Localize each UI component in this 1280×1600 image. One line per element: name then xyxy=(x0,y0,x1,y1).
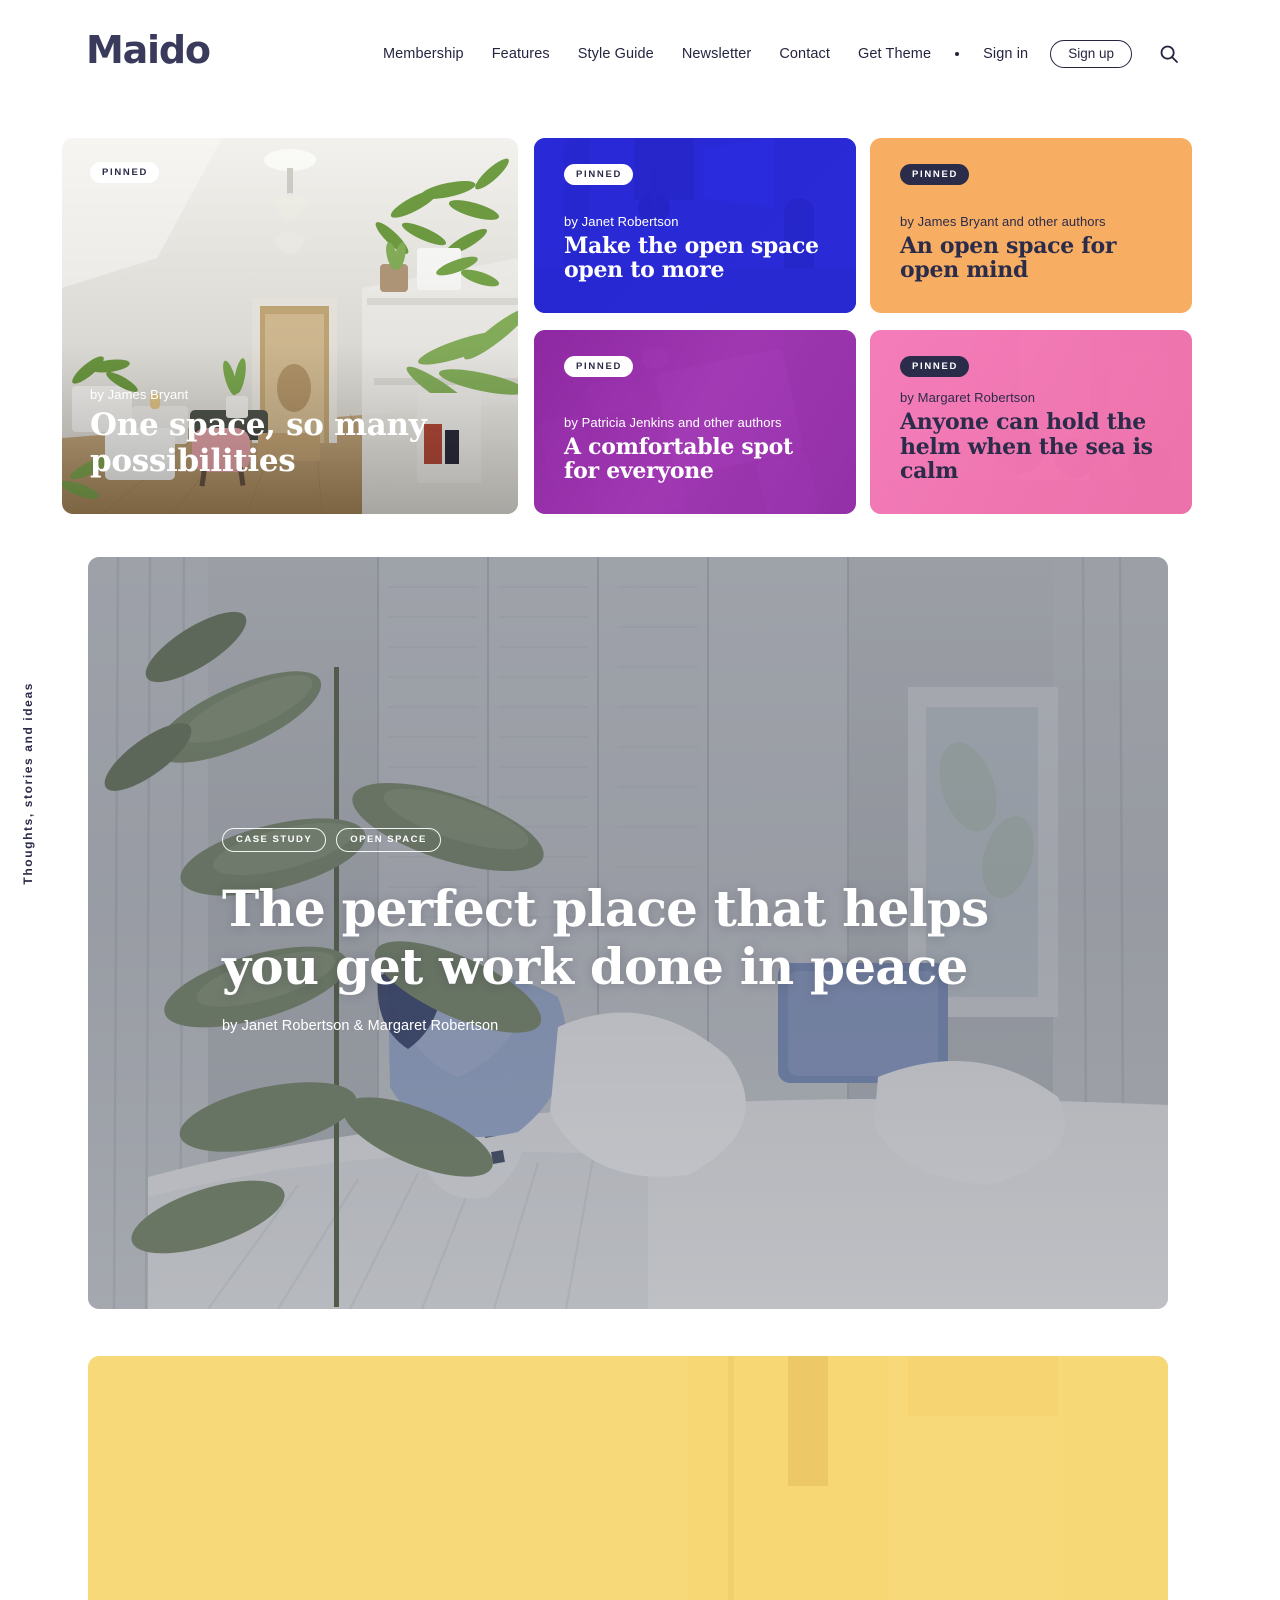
pinned-card-anyone-can-hold-helm[interactable]: PINNED by Margaret Robertson Anyone can … xyxy=(870,330,1192,514)
vertical-tagline: Thoughts, stories and ideas xyxy=(21,682,35,885)
sign-in-link[interactable]: Sign in xyxy=(969,46,1042,62)
nav-item-get-theme[interactable]: Get Theme xyxy=(844,46,945,62)
nav-item-contact[interactable]: Contact xyxy=(765,46,844,62)
hero-tag-case-study[interactable]: CASE STUDY xyxy=(222,828,327,852)
bottom-feature-card[interactable] xyxy=(88,1356,1168,1600)
card-title: Anyone can hold the helm when the sea is… xyxy=(900,409,1153,485)
nav-item-style-guide[interactable]: Style Guide xyxy=(564,46,668,62)
card-byline: by Patricia Jenkins and other authors xyxy=(564,414,782,430)
card-title: Make the open space open to more xyxy=(564,232,819,284)
main-navigation: Membership Features Style Guide Newslett… xyxy=(369,40,1180,68)
pinned-card-make-open-space[interactable]: PINNED by Janet Robertson Make the open … xyxy=(534,138,856,313)
nav-item-features[interactable]: Features xyxy=(478,46,564,62)
pinned-badge: PINNED xyxy=(564,164,634,185)
card-title: An open space for open mind xyxy=(900,232,1117,284)
card-title: A comfortable spot for everyone xyxy=(564,433,793,485)
card-text-block: by Janet Robertson Make the open space o… xyxy=(564,214,826,283)
pinned-badge: PINNED xyxy=(90,162,160,183)
card-text-block: by James Bryant and other authors An ope… xyxy=(900,214,1162,283)
pinned-posts-grid: PINNED by James Bryant One space, so man… xyxy=(62,138,1194,514)
card-text-block: by Patricia Jenkins and other authors A … xyxy=(564,415,826,484)
card-content: PINNED by James Bryant One space, so man… xyxy=(62,138,518,514)
card-text-block: by James Bryant One space, so many possi… xyxy=(90,387,490,480)
pinned-badge: PINNED xyxy=(900,164,970,185)
card-text-block: by Margaret Robertson Anyone can hold th… xyxy=(900,390,1162,484)
hero-tag-open-space[interactable]: OPEN SPACE xyxy=(336,828,441,852)
card-content: PINNED by Janet Robertson Make the open … xyxy=(534,138,856,313)
nav-item-membership[interactable]: Membership xyxy=(369,46,478,62)
card-title: One space, so many possibilities xyxy=(90,406,427,480)
pinned-card-an-open-space[interactable]: PINNED by James Bryant and other authors… xyxy=(870,138,1192,313)
card-content: PINNED by Margaret Robertson Anyone can … xyxy=(870,330,1192,514)
card-byline: by Margaret Robertson xyxy=(900,390,1036,406)
pinned-badge: PINNED xyxy=(564,356,634,377)
hero-title: The perfect place that helps you get wor… xyxy=(222,879,989,996)
page-root: Maido Membership Features Style Guide Ne… xyxy=(0,0,1280,1600)
card-byline: by James Bryant and other authors xyxy=(900,213,1106,229)
site-header: Maido Membership Features Style Guide Ne… xyxy=(0,0,1280,104)
search-icon[interactable] xyxy=(1158,43,1180,65)
pinned-badge: PINNED xyxy=(900,356,970,377)
bottom-card-photo xyxy=(88,1356,1168,1600)
hero-content: CASE STUDY OPEN SPACE The perfect place … xyxy=(222,828,1022,1034)
hero-tag-row: CASE STUDY OPEN SPACE xyxy=(222,828,1022,852)
nav-item-newsletter[interactable]: Newsletter xyxy=(668,46,766,62)
nav-separator-dot xyxy=(955,52,960,56)
card-content: PINNED by James Bryant and other authors… xyxy=(870,138,1192,313)
hero-byline: by Janet Robertson & Margaret Robertson xyxy=(222,1018,499,1034)
pinned-card-comfortable-spot[interactable]: PINNED by Patricia Jenkins and other aut… xyxy=(534,330,856,514)
card-byline: by Janet Robertson xyxy=(564,213,679,229)
card-byline: by James Bryant xyxy=(90,386,189,402)
card-content: PINNED by Patricia Jenkins and other aut… xyxy=(534,330,856,514)
sign-up-button[interactable]: Sign up xyxy=(1050,40,1132,68)
hero-feature-card[interactable]: CASE STUDY OPEN SPACE The perfect place … xyxy=(88,557,1168,1309)
site-logo[interactable]: Maido xyxy=(86,28,211,72)
pinned-card-one-space[interactable]: PINNED by James Bryant One space, so man… xyxy=(62,138,518,514)
